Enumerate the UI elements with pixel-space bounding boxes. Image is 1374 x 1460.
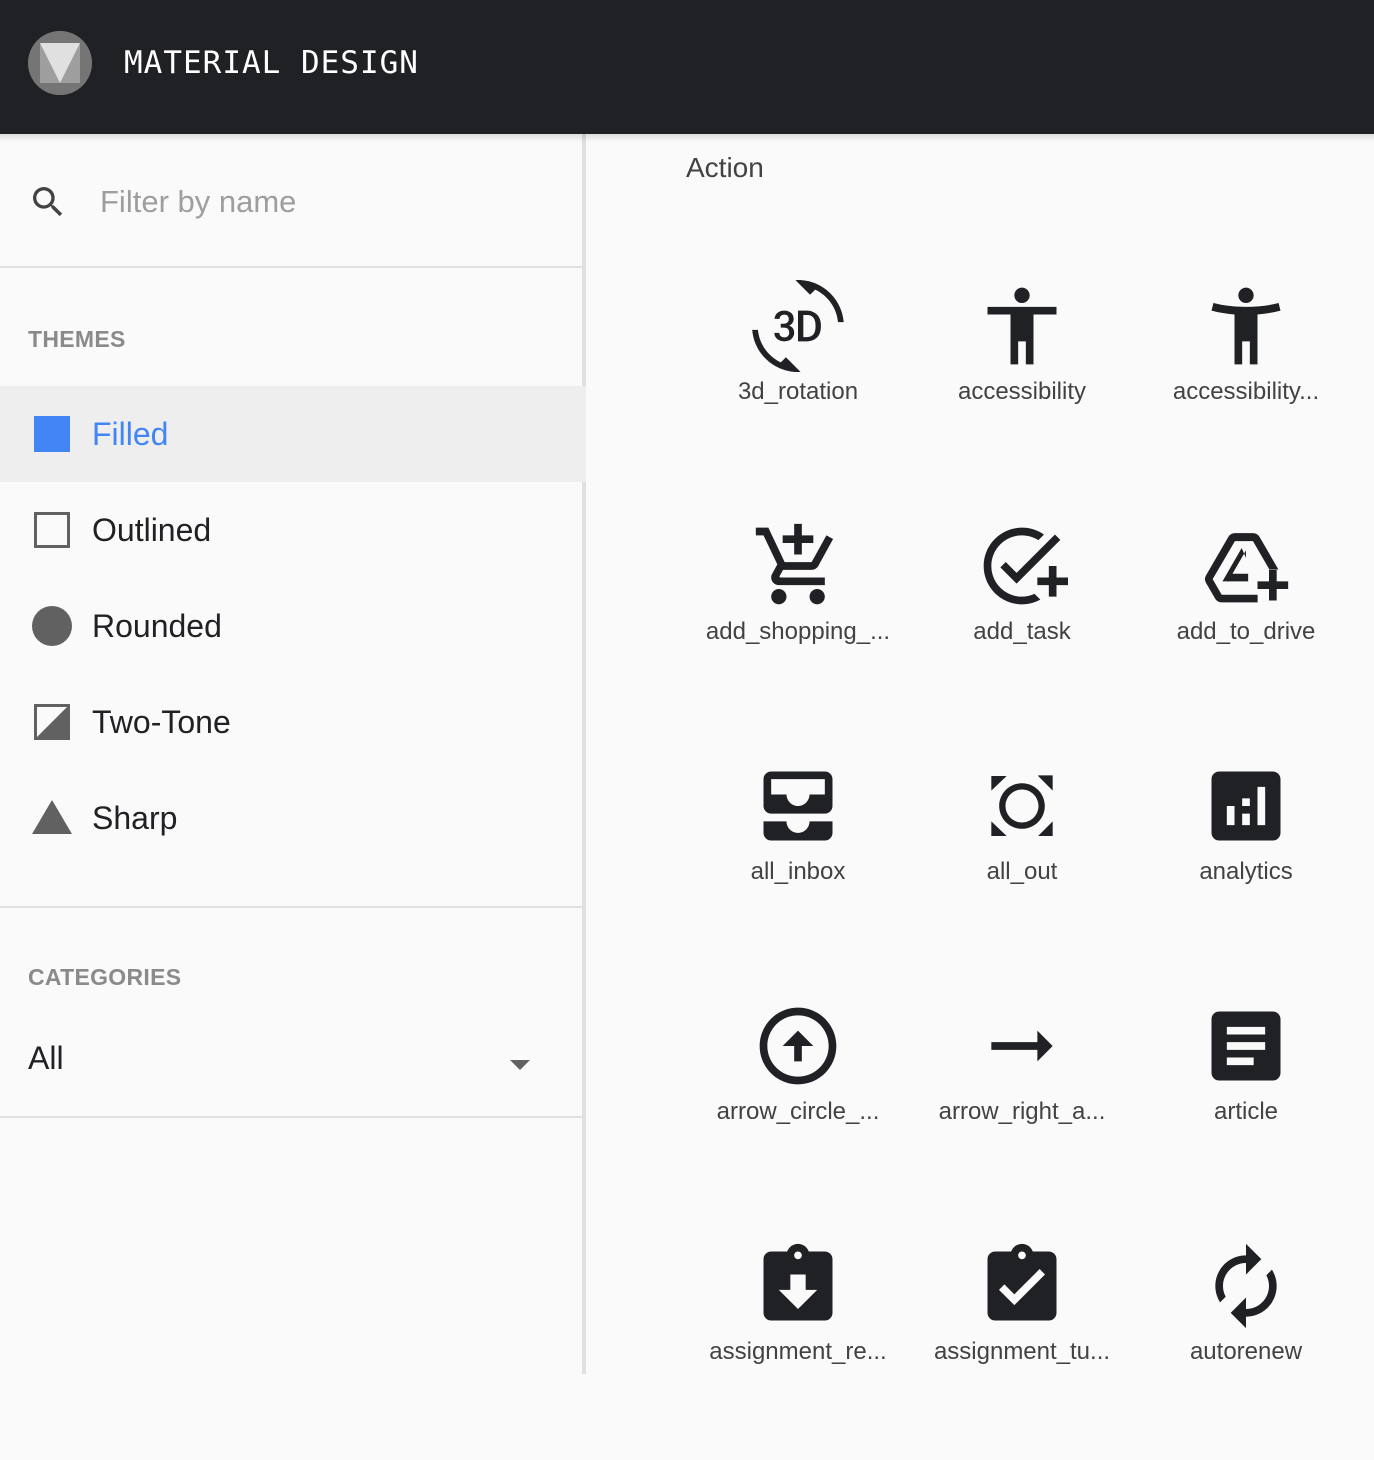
theme-two-tone[interactable]: Two-Tone: [0, 674, 586, 770]
category-select[interactable]: All: [0, 1014, 586, 1118]
icon-label: arrow_circle_...: [716, 1098, 880, 1125]
icon-label: assignment_tu...: [933, 1338, 1111, 1365]
icon-label: analytics: [1199, 858, 1293, 885]
theme-label: Filled: [92, 416, 169, 452]
icon-label: autorenew: [1189, 1338, 1303, 1365]
3d-rotation-icon: [752, 280, 844, 372]
theme-rounded[interactable]: Rounded: [0, 578, 586, 674]
category-value: All: [28, 1040, 64, 1076]
icon-label: accessibility: [957, 378, 1087, 405]
icon-tile-arrow-circle-up[interactable]: arrow_circle_...: [686, 1000, 910, 1220]
arrow-circle-up-icon: [759, 1007, 837, 1085]
theme-label: Sharp: [92, 800, 178, 836]
two-tone-square-icon: [34, 704, 70, 740]
icon-label: add_to_drive: [1176, 618, 1316, 645]
top-app-bar: MATERIAL DESIGN: [0, 0, 1374, 134]
add-to-drive-icon: [1205, 533, 1289, 603]
themes-heading: THEMES: [28, 326, 126, 352]
outlined-square-icon: [34, 512, 70, 548]
all-out-icon: [991, 775, 1053, 837]
arrow-drop-down-icon: [510, 1060, 530, 1070]
theme-filled[interactable]: Filled: [0, 386, 586, 482]
assignment-returned-icon: [763, 1243, 833, 1321]
add-task-icon: [983, 527, 1068, 605]
icon-label: assignment_re...: [709, 1338, 887, 1365]
icon-label: add_task: [973, 618, 1071, 645]
article-icon: [1211, 1011, 1281, 1081]
theme-label: Rounded: [92, 608, 222, 644]
icon-tile-all-inbox[interactable]: all_inbox: [686, 760, 910, 980]
icon-tile-all-out[interactable]: all_out: [910, 760, 1134, 980]
circle-icon: [32, 606, 72, 646]
icon-tile-arrow-right-alt[interactable]: arrow_right_a...: [910, 1000, 1134, 1220]
arrow-right-alt-icon: [991, 1030, 1053, 1062]
add-shopping-cart-icon: [755, 523, 834, 605]
autorenew-icon: [1215, 1243, 1277, 1329]
icon-tile-assignment-returned[interactable]: assignment_re...: [686, 1240, 910, 1460]
accessibility-icon: [987, 287, 1057, 365]
theme-sharp[interactable]: Sharp: [0, 770, 586, 866]
icon-tile-analytics[interactable]: analytics: [1134, 760, 1358, 980]
icon-tile-assignment-turned-in[interactable]: assignment_tu...: [910, 1240, 1134, 1460]
material-logo-icon[interactable]: [28, 31, 92, 95]
icon-tile-accessibility[interactable]: accessibility: [910, 280, 1134, 500]
icon-grid-panel: Action 3d_rotation accessibility accessi…: [590, 134, 1374, 1374]
icon-tile-autorenew[interactable]: autorenew: [1134, 1240, 1358, 1460]
triangle-icon: [32, 800, 72, 834]
sidebar: THEMES Filled Outlined Rounded Two-Tone …: [0, 134, 586, 1374]
search-bar: [0, 134, 586, 268]
icon-label: article: [1213, 1098, 1279, 1125]
icon-tile-article[interactable]: article: [1134, 1000, 1358, 1220]
theme-outlined[interactable]: Outlined: [0, 482, 586, 578]
accessibility-new-icon: [1211, 287, 1281, 365]
group-title: Action: [686, 152, 764, 183]
icon-label: add_shopping_...: [705, 618, 891, 645]
icon-label: arrow_right_a...: [938, 1098, 1106, 1125]
icon-label: all_inbox: [750, 858, 846, 885]
all-inbox-icon: [763, 771, 833, 841]
icon-tile-add-task[interactable]: add_task: [910, 520, 1134, 740]
analytics-icon: [1211, 771, 1281, 841]
brand-title[interactable]: MATERIAL DESIGN: [124, 45, 419, 81]
icon-tile-add-to-drive[interactable]: add_to_drive: [1134, 520, 1358, 740]
filled-square-icon: [34, 416, 70, 452]
icon-tile-add-shopping-cart[interactable]: add_shopping_...: [686, 520, 910, 740]
search-icon: [33, 187, 63, 217]
assignment-turned-in-icon: [987, 1243, 1057, 1321]
icon-tile-3d-rotation[interactable]: 3d_rotation: [686, 280, 910, 500]
icon-label: 3d_rotation: [737, 378, 859, 405]
categories-heading: CATEGORIES: [28, 964, 182, 990]
search-input[interactable]: [100, 178, 550, 226]
icon-label: accessibility...: [1172, 378, 1320, 405]
icon-tile-accessibility-new[interactable]: accessibility...: [1134, 280, 1358, 500]
divider: [0, 906, 586, 908]
theme-label: Outlined: [92, 512, 212, 548]
theme-label: Two-Tone: [92, 704, 231, 740]
icon-label: all_out: [986, 858, 1058, 885]
